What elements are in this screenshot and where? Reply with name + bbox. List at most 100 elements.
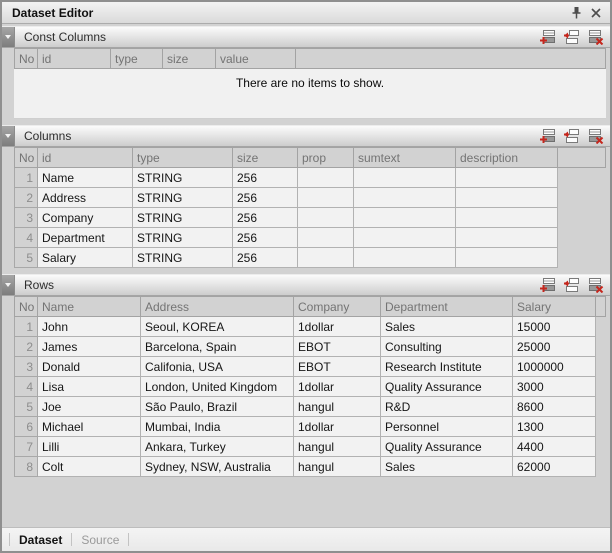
- data-cell[interactable]: Lisa: [38, 377, 141, 397]
- data-cell[interactable]: EBOT: [294, 357, 381, 377]
- close-button[interactable]: [586, 4, 606, 21]
- data-cell[interactable]: Mumbai, India: [141, 417, 294, 437]
- column-header-value[interactable]: value: [216, 49, 296, 69]
- data-cell[interactable]: STRING: [133, 208, 233, 228]
- column-header-id[interactable]: id: [38, 148, 133, 168]
- data-cell[interactable]: [298, 228, 354, 248]
- data-cell[interactable]: Califonia, USA: [141, 357, 294, 377]
- row-number-cell[interactable]: 2: [15, 337, 38, 357]
- data-cell[interactable]: STRING: [133, 168, 233, 188]
- row-number-cell[interactable]: 3: [15, 208, 38, 228]
- data-cell[interactable]: Sales: [381, 457, 513, 477]
- column-header-no[interactable]: No: [15, 49, 38, 69]
- data-cell[interactable]: 256: [233, 188, 298, 208]
- delete-row-button[interactable]: [587, 29, 604, 45]
- data-cell[interactable]: Sales: [381, 317, 513, 337]
- column-header-company[interactable]: Company: [294, 297, 381, 317]
- data-cell[interactable]: STRING: [133, 248, 233, 268]
- data-cell[interactable]: 1000000: [513, 357, 596, 377]
- add-row-button[interactable]: [539, 29, 556, 45]
- add-row-button[interactable]: [539, 277, 556, 293]
- data-cell[interactable]: STRING: [133, 188, 233, 208]
- row-number-cell[interactable]: 2: [15, 188, 38, 208]
- data-cell[interactable]: Seoul, KOREA: [141, 317, 294, 337]
- data-cell[interactable]: James: [38, 337, 141, 357]
- data-cell[interactable]: London, United Kingdom: [141, 377, 294, 397]
- column-header-type[interactable]: type: [133, 148, 233, 168]
- data-cell[interactable]: 1dollar: [294, 317, 381, 337]
- data-cell[interactable]: EBOT: [294, 337, 381, 357]
- data-cell[interactable]: 25000: [513, 337, 596, 357]
- data-cell[interactable]: Salary: [38, 248, 133, 268]
- data-cell[interactable]: [456, 168, 558, 188]
- data-cell[interactable]: [456, 248, 558, 268]
- column-header-description[interactable]: description: [456, 148, 558, 168]
- column-header-department[interactable]: Department: [381, 297, 513, 317]
- data-cell[interactable]: hangul: [294, 397, 381, 417]
- data-cell[interactable]: Department: [38, 228, 133, 248]
- data-cell[interactable]: Donald: [38, 357, 141, 377]
- insert-row-button[interactable]: [563, 277, 580, 293]
- row-number-cell[interactable]: 8: [15, 457, 38, 477]
- data-cell[interactable]: Quality Assurance: [381, 377, 513, 397]
- data-cell[interactable]: Michael: [38, 417, 141, 437]
- data-cell[interactable]: 4400: [513, 437, 596, 457]
- data-cell[interactable]: Company: [38, 208, 133, 228]
- data-cell[interactable]: hangul: [294, 457, 381, 477]
- data-cell[interactable]: 8600: [513, 397, 596, 417]
- data-cell[interactable]: Joe: [38, 397, 141, 417]
- data-cell[interactable]: [298, 188, 354, 208]
- row-number-cell[interactable]: 6: [15, 417, 38, 437]
- data-cell[interactable]: [354, 168, 456, 188]
- data-cell[interactable]: 1dollar: [294, 417, 381, 437]
- data-cell[interactable]: 1dollar: [294, 377, 381, 397]
- data-cell[interactable]: R&D: [381, 397, 513, 417]
- collapse-button[interactable]: [2, 27, 15, 47]
- column-header-size[interactable]: size: [163, 49, 216, 69]
- data-cell[interactable]: [354, 208, 456, 228]
- column-header-id[interactable]: id: [38, 49, 111, 69]
- tab-source[interactable]: Source: [81, 533, 119, 547]
- column-header-no[interactable]: No: [15, 297, 38, 317]
- data-cell[interactable]: São Paulo, Brazil: [141, 397, 294, 417]
- data-cell[interactable]: 62000: [513, 457, 596, 477]
- column-header-no[interactable]: No: [15, 148, 38, 168]
- data-cell[interactable]: Colt: [38, 457, 141, 477]
- data-cell[interactable]: 256: [233, 228, 298, 248]
- data-cell[interactable]: 256: [233, 168, 298, 188]
- data-cell[interactable]: [456, 228, 558, 248]
- row-number-cell[interactable]: 5: [15, 397, 38, 417]
- collapse-button[interactable]: [2, 126, 15, 146]
- column-header-prop[interactable]: prop: [298, 148, 354, 168]
- collapse-button[interactable]: [2, 275, 15, 295]
- row-number-cell[interactable]: 1: [15, 168, 38, 188]
- insert-row-button[interactable]: [563, 128, 580, 144]
- data-cell[interactable]: Barcelona, Spain: [141, 337, 294, 357]
- add-row-button[interactable]: [539, 128, 556, 144]
- column-header-type[interactable]: type: [111, 49, 163, 69]
- data-cell[interactable]: Quality Assurance: [381, 437, 513, 457]
- data-cell[interactable]: Address: [38, 188, 133, 208]
- insert-row-button[interactable]: [563, 29, 580, 45]
- data-cell[interactable]: 1300: [513, 417, 596, 437]
- column-header-salary[interactable]: Salary: [513, 297, 596, 317]
- data-cell[interactable]: Personnel: [381, 417, 513, 437]
- data-cell[interactable]: [354, 248, 456, 268]
- data-cell[interactable]: Research Institute: [381, 357, 513, 377]
- column-header-address[interactable]: Address: [141, 297, 294, 317]
- data-cell[interactable]: [354, 228, 456, 248]
- data-cell[interactable]: STRING: [133, 228, 233, 248]
- data-cell[interactable]: [456, 208, 558, 228]
- data-cell[interactable]: [298, 208, 354, 228]
- data-cell[interactable]: [298, 168, 354, 188]
- pin-button[interactable]: [566, 4, 586, 21]
- delete-row-button[interactable]: [587, 277, 604, 293]
- data-cell[interactable]: John: [38, 317, 141, 337]
- data-cell[interactable]: Name: [38, 168, 133, 188]
- data-cell[interactable]: 15000: [513, 317, 596, 337]
- tab-dataset[interactable]: Dataset: [19, 533, 62, 547]
- data-cell[interactable]: [354, 188, 456, 208]
- row-number-cell[interactable]: 1: [15, 317, 38, 337]
- data-cell[interactable]: 256: [233, 208, 298, 228]
- data-cell[interactable]: 3000: [513, 377, 596, 397]
